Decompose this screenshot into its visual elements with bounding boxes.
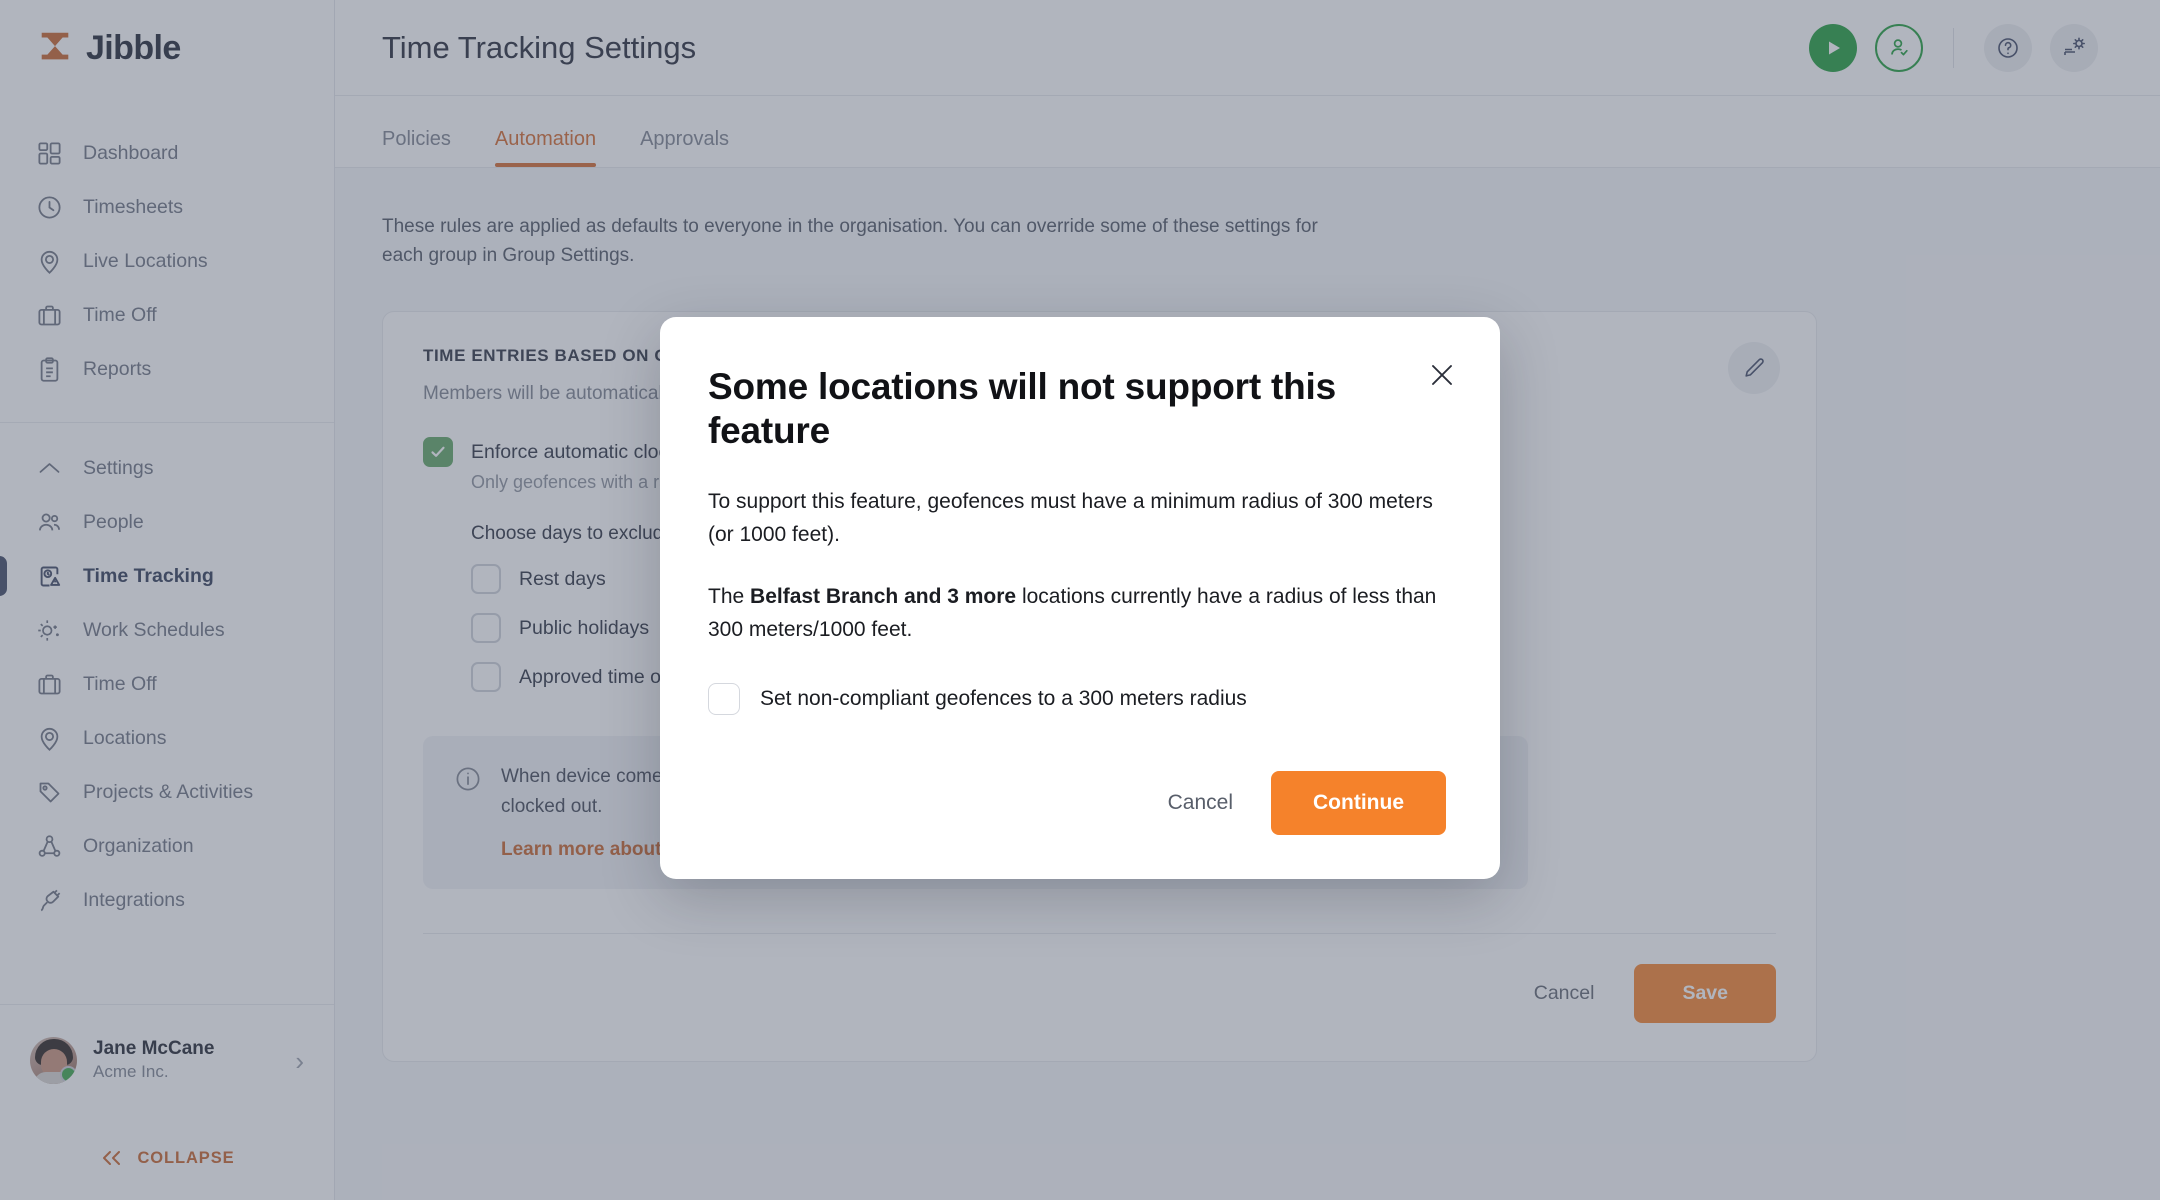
modal-paragraph-2-bold: Belfast Branch and 3 more	[750, 585, 1017, 609]
modal-actions: Cancel Continue	[708, 727, 1446, 835]
modal-continue-button[interactable]: Continue	[1271, 771, 1446, 835]
geofence-warning-modal: Some locations will not support this fea…	[660, 317, 1500, 879]
modal-paragraph-2: The Belfast Branch and 3 more locations …	[708, 581, 1438, 646]
modal-title: Some locations will not support this fea…	[708, 366, 1336, 451]
modal-cancel-button[interactable]: Cancel	[1168, 791, 1233, 815]
modal-close-button[interactable]	[1424, 357, 1460, 393]
set-radius-checkbox[interactable]	[708, 682, 740, 715]
modal-paragraph-1: To support this feature, geofences must …	[708, 490, 1433, 546]
set-radius-label: Set non-compliant geofences to a 300 met…	[760, 686, 1247, 710]
modal-paragraph-2-pre: The	[708, 585, 751, 609]
close-icon	[1432, 365, 1452, 385]
modal-checkbox-row[interactable]: Set non-compliant geofences to a 300 met…	[708, 682, 1446, 715]
